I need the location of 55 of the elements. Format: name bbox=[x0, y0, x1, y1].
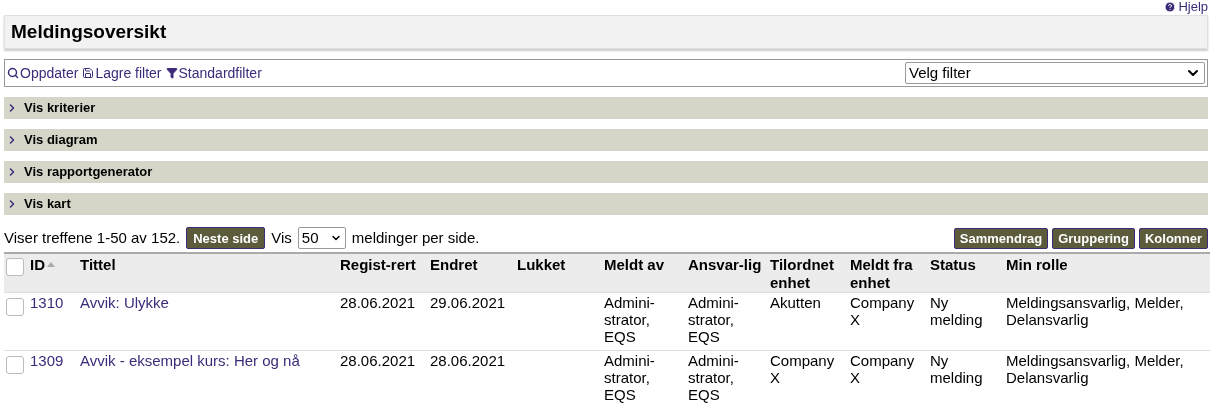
table-cell: 29.06.2021 bbox=[430, 293, 506, 311]
column-header[interactable]: Tilordnet enhet bbox=[770, 255, 846, 292]
search-icon bbox=[7, 67, 19, 79]
table-cell: 28.06.2021 bbox=[340, 293, 416, 311]
section-header[interactable]: Vis diagram bbox=[4, 129, 1208, 151]
column-header[interactable]: Status bbox=[930, 255, 976, 274]
title-link[interactable]: Avvik: Ulykke bbox=[80, 293, 169, 311]
table-cell: Admini-strator, EQS bbox=[604, 293, 655, 345]
table-cell: 28.06.2021 bbox=[340, 351, 416, 369]
table-cell: Meldingsansvarlig, Melder, Delansvarlig bbox=[1006, 293, 1184, 328]
checkbox[interactable] bbox=[6, 355, 24, 374]
column-header[interactable]: Regist-rert bbox=[340, 255, 416, 274]
column-header[interactable]: Endret bbox=[430, 255, 478, 274]
per-page-select[interactable]: 50 bbox=[297, 227, 346, 250]
filter-select[interactable]: Velg filter bbox=[905, 62, 1205, 84]
view-button[interactable]: Sammendrag bbox=[953, 227, 1049, 249]
table-cell: Meldingsansvarlig, Melder, Delansvarlig bbox=[1006, 351, 1184, 386]
column-header[interactable]: Meldt av bbox=[604, 255, 664, 274]
title-link[interactable]: Avvik - eksempel kurs: Her og nå bbox=[80, 351, 300, 369]
page-title: Meldingsoversikt bbox=[11, 19, 167, 44]
per-page-label: meldinger per side. bbox=[351, 228, 480, 248]
next-page-button[interactable]: Neste side bbox=[186, 227, 266, 250]
table-cell: 28.06.2021 bbox=[430, 351, 506, 369]
section-header[interactable]: Vis kriterier bbox=[4, 97, 1208, 119]
checkbox[interactable] bbox=[6, 297, 24, 316]
show-label: Vis bbox=[271, 228, 292, 248]
table-cell: Company X bbox=[850, 293, 915, 328]
column-header[interactable]: Lukket bbox=[517, 255, 566, 274]
table-cell: Company X bbox=[770, 351, 835, 386]
column-header[interactable]: Min rolle bbox=[1006, 255, 1068, 274]
filter-action[interactable]: Standardfilter bbox=[165, 62, 262, 84]
section-header[interactable]: Vis kart bbox=[4, 193, 1208, 215]
column-header[interactable]: Ansvar-lig bbox=[688, 255, 762, 274]
save-action[interactable]: Lagre filter bbox=[82, 62, 162, 84]
results-summary: Viser treffene 1-50 av 152. bbox=[4, 228, 181, 248]
section-header[interactable]: Vis rapportgenerator bbox=[4, 161, 1208, 183]
id-link[interactable]: 1310 bbox=[30, 293, 64, 311]
view-button[interactable]: Gruppering bbox=[1052, 227, 1135, 249]
column-header[interactable]: Meldt fra enhet bbox=[850, 255, 926, 292]
view-button[interactable]: Kolonner bbox=[1138, 227, 1208, 249]
column-header[interactable]: ID bbox=[30, 255, 55, 274]
funnel-icon bbox=[165, 67, 178, 79]
table-cell: Admini-strator, EQS bbox=[604, 351, 655, 403]
help-link[interactable]: Hjelp bbox=[1164, 0, 1208, 14]
table-cell: Admini-strator, EQS bbox=[688, 351, 739, 403]
table-cell: Company X bbox=[850, 351, 915, 386]
search-action[interactable]: Oppdater bbox=[7, 62, 79, 84]
sort-arrow-icon bbox=[47, 262, 55, 267]
checkbox[interactable] bbox=[6, 257, 24, 276]
column-header[interactable]: Tittel bbox=[80, 255, 116, 274]
table-cell: Akutten bbox=[770, 293, 821, 311]
table-cell: Admini-strator, EQS bbox=[688, 293, 739, 345]
table-cell: Ny melding bbox=[930, 351, 983, 386]
id-link[interactable]: 1309 bbox=[30, 351, 64, 369]
table-cell: Ny melding bbox=[930, 293, 983, 328]
